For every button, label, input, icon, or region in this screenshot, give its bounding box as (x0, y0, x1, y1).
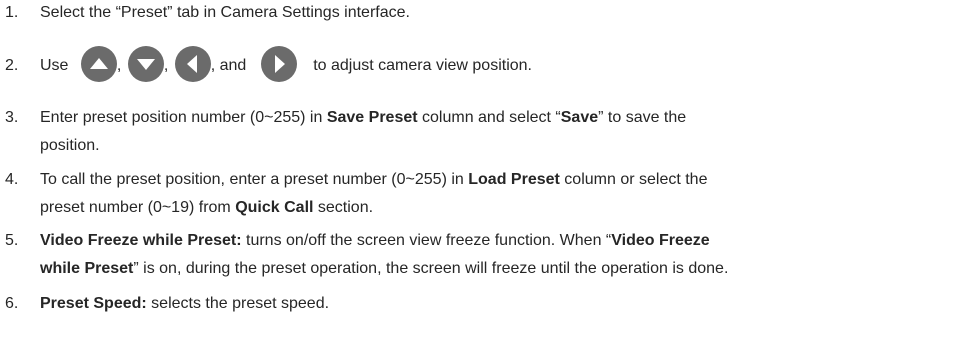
video-freeze-term: Video Freeze (611, 232, 710, 249)
step-3: 3. Enter preset position number (0~255) … (0, 108, 970, 156)
text-segment: turns on/off the screen view freeze func… (241, 232, 612, 249)
step-line: To call the preset position, enter a pre… (40, 170, 707, 194)
while-preset-term: while Preset (40, 260, 134, 277)
text-segment: column or select the (559, 171, 708, 188)
load-preset-term: Load Preset (468, 171, 560, 188)
save-preset-term: Save Preset (326, 109, 418, 126)
text-segment: To call the preset position, enter a pre… (40, 171, 469, 188)
down-arrow-icon (127, 45, 164, 82)
step-line: Enter preset position number (0~255) in … (40, 108, 686, 132)
text-segment: selects the preset speed. (146, 295, 330, 312)
step-text: Use , , , and to adjust camera view posi… (40, 45, 532, 86)
step-line: position. (40, 136, 686, 160)
save-term: Save (560, 109, 599, 126)
use-label: Use (40, 57, 69, 74)
instruction-steps: 1. Select the “Preset” tab in Camera Set… (0, 0, 970, 337)
step-1: 1. Select the “Preset” tab in Camera Set… (0, 3, 970, 25)
step-text: Select the “Preset” tab in Camera Settin… (40, 4, 410, 21)
text-segment: section. (313, 199, 374, 216)
step-number: 3. (5, 109, 19, 126)
step-text: Video Freeze while Preset: turns on/off … (40, 231, 728, 283)
step-number: 1. (5, 4, 19, 21)
text-segment: ” to save the (598, 109, 687, 126)
step-2: 2. Use , , , and to adjust camera view p… (0, 45, 970, 86)
text-segment: column and select “ (417, 109, 561, 126)
text-segment: position. (40, 137, 100, 154)
step-number: 4. (5, 171, 19, 188)
text-segment: preset number (0~19) from (40, 199, 236, 216)
up-arrow-icon (80, 45, 117, 82)
step-5: 5. Video Freeze while Preset: turns on/o… (0, 231, 970, 279)
step-number: 6. (5, 295, 19, 312)
text-segment: ” is on, during the preset operation, th… (133, 260, 729, 277)
step-text: To call the preset position, enter a pre… (40, 170, 707, 222)
step-tail: to adjust camera view position. (313, 57, 532, 74)
text-segment: Enter preset position number (0~255) in (40, 109, 327, 126)
step-text: Enter preset position number (0~255) in … (40, 108, 686, 160)
step-6: 6. Preset Speed: selects the preset spee… (0, 294, 970, 316)
comma: , (163, 57, 169, 74)
step-number: 2. (5, 57, 19, 74)
preset-speed-term: Preset Speed: (40, 295, 147, 312)
comma: , (116, 57, 122, 74)
step-line: Video Freeze while Preset: turns on/off … (40, 231, 728, 255)
step-line: preset number (0~19) from Quick Call sec… (40, 198, 707, 222)
and-label: , and (210, 57, 247, 74)
step-text: Preset Speed: selects the preset speed. (40, 294, 329, 314)
video-freeze-term: Video Freeze while Preset: (40, 232, 242, 249)
step-4: 4. To call the preset position, enter a … (0, 170, 970, 218)
left-arrow-icon (174, 45, 211, 82)
right-arrow-icon (260, 45, 297, 82)
quick-call-term: Quick Call (235, 199, 314, 216)
step-line: while Preset” is on, during the preset o… (40, 259, 728, 283)
step-number: 5. (5, 232, 19, 249)
